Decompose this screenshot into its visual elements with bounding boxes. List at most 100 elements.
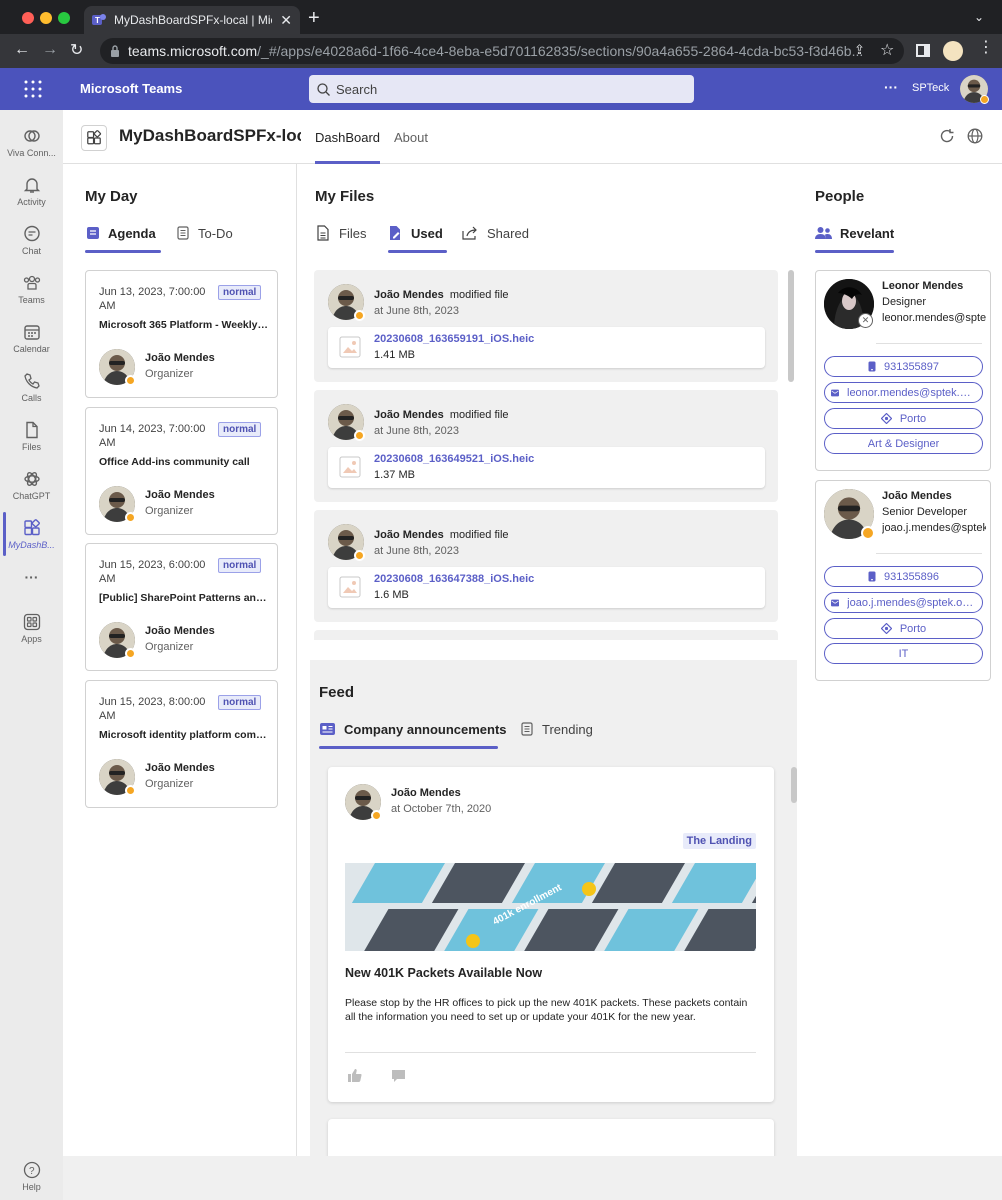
rail-item-calls[interactable]: Calls bbox=[0, 363, 63, 411]
files-scrollbar[interactable] bbox=[788, 270, 794, 382]
comment-icon[interactable] bbox=[391, 1069, 406, 1083]
tab-todo[interactable]: To-Do bbox=[176, 220, 233, 246]
rail-item-activity[interactable]: Activity bbox=[0, 167, 63, 215]
person-card: ✕ Leonor Mendes Designer leonor.mendes@spte… bbox=[815, 270, 991, 471]
new-tab-button[interactable]: + bbox=[308, 8, 320, 28]
user-avatar[interactable] bbox=[960, 75, 989, 104]
bookmark-star-icon[interactable]: ☆ bbox=[880, 40, 894, 60]
agenda-event-card[interactable]: Jun 14, 2023, 7:00:00 AM normal Office Add… bbox=[85, 407, 278, 535]
rail-item-apps[interactable]: Apps bbox=[0, 604, 63, 652]
rail-item-viva-connections[interactable]: Viva Conn... bbox=[0, 118, 63, 166]
feed-scrollbar[interactable] bbox=[791, 767, 797, 803]
agenda-event-card[interactable]: Jun 15, 2023, 8:00:00 AM normal Microsoft … bbox=[85, 680, 278, 808]
presence-away-icon bbox=[125, 785, 136, 796]
agenda-event-card[interactable]: Jun 13, 2023, 7:00:00 AM normal Microsoft … bbox=[85, 270, 278, 398]
file-item[interactable]: 20230608_163649521_iOS.heic 1.37 MB bbox=[328, 447, 765, 488]
more-options-button[interactable]: ··· bbox=[884, 79, 898, 95]
tab-relevant[interactable]: Revelant bbox=[815, 220, 894, 246]
forward-icon[interactable]: → bbox=[42, 41, 58, 59]
back-icon[interactable]: ← bbox=[14, 41, 30, 59]
file-action: modified file bbox=[449, 289, 509, 301]
file-modified-date: at June 8th, 2023 bbox=[374, 545, 460, 557]
browser-tab[interactable]: T MyDashBoardSPFx-local | Micr ✕ bbox=[84, 6, 300, 34]
calendar-icon bbox=[23, 324, 40, 340]
post-tag-badge[interactable]: The Landing bbox=[682, 833, 756, 849]
location-icon bbox=[880, 413, 892, 424]
rail-item-files[interactable]: Files bbox=[0, 412, 63, 460]
tab-trending[interactable]: Trending bbox=[520, 716, 593, 742]
event-importance-badge: normal bbox=[218, 422, 262, 437]
rail-item-chatgpt[interactable]: ChatGPT bbox=[0, 461, 63, 509]
organizer-name: João Mendes bbox=[145, 625, 215, 637]
agenda-event-card[interactable]: Jun 15, 2023, 6:00:00 AM normal [Public] S… bbox=[85, 543, 278, 671]
app-launcher-icon[interactable] bbox=[24, 80, 42, 98]
tab-used[interactable]: Used bbox=[387, 220, 443, 246]
event-title[interactable]: Microsoft identity platform community ca… bbox=[99, 729, 269, 741]
organizer-name: João Mendes bbox=[145, 489, 215, 501]
rail-item-chat[interactable]: Chat bbox=[0, 216, 63, 264]
file-name-link[interactable]: 20230608_163659191_iOS.heic bbox=[374, 333, 534, 345]
close-tab-icon[interactable]: ✕ bbox=[280, 12, 292, 29]
url-field[interactable]: teams.microsoft.com/_#/apps/e4028a6d-1f6… bbox=[100, 38, 904, 64]
close-window-button[interactable] bbox=[22, 12, 34, 24]
event-title[interactable]: Office Add-ins community call bbox=[99, 456, 269, 468]
browser-menu-icon[interactable]: ⋮ bbox=[978, 40, 994, 56]
announcement-card[interactable] bbox=[328, 1119, 774, 1156]
person-phone-button[interactable]: 931355897 bbox=[824, 356, 983, 377]
post-title[interactable]: New 401K Packets Available Now bbox=[345, 966, 542, 980]
tenant-name[interactable]: SPTeck bbox=[912, 82, 949, 94]
announcement-card[interactable]: João Mendes at October 7th, 2020 The Lan… bbox=[328, 767, 774, 1102]
event-title[interactable]: [Public] SharePoint Patterns and Practic… bbox=[99, 592, 269, 604]
dashboard-icon bbox=[87, 130, 102, 145]
person-department-button[interactable]: Art & Designer bbox=[824, 433, 983, 454]
rail-label: ChatGPT bbox=[12, 490, 51, 501]
profile-avatar[interactable] bbox=[943, 41, 963, 61]
file-size: 1.6 MB bbox=[374, 589, 409, 601]
rail-item-calendar[interactable]: Calendar bbox=[0, 314, 63, 362]
organizer-role: Organizer bbox=[145, 641, 194, 653]
reload-icon[interactable]: ↻ bbox=[70, 40, 83, 60]
file-name-link[interactable]: 20230608_163649521_iOS.heic bbox=[374, 453, 534, 465]
person-department-button[interactable]: IT bbox=[824, 643, 983, 664]
rail-more-apps-button[interactable]: ··· bbox=[0, 554, 63, 600]
file-activity-card: João Mendes modified file at June 8th, 20… bbox=[314, 510, 778, 622]
event-title[interactable]: Microsoft 365 Platform - Weekly Call bbox=[99, 319, 269, 331]
location-name: Porto bbox=[899, 622, 927, 635]
person-email-button[interactable]: joao.j.mendes@sptek.onmicrosoft.com bbox=[824, 592, 983, 613]
maximize-window-button[interactable] bbox=[58, 12, 70, 24]
person-email-button[interactable]: leonor.mendes@sptek.onmicrosoft.com bbox=[824, 382, 983, 403]
file-icon bbox=[317, 225, 329, 241]
tab-list-chevron-icon[interactable]: ⌄ bbox=[974, 10, 984, 24]
like-icon[interactable] bbox=[347, 1068, 362, 1083]
tab-label: Agenda bbox=[108, 225, 156, 241]
sidebar-toggle-icon[interactable] bbox=[916, 44, 930, 57]
dashboard-icon bbox=[23, 518, 40, 535]
rail-item-mydashboard[interactable]: MyDashB... bbox=[0, 510, 63, 558]
tab-files[interactable]: Files bbox=[315, 220, 366, 246]
globe-icon[interactable] bbox=[967, 128, 983, 144]
post-date: at October 7th, 2020 bbox=[391, 803, 492, 815]
image-file-icon bbox=[339, 456, 361, 478]
search-input[interactable]: Search bbox=[309, 75, 694, 103]
search-icon bbox=[317, 82, 330, 96]
file-item[interactable]: 20230608_163659191_iOS.heic 1.41 MB bbox=[328, 327, 765, 368]
file-name-link[interactable]: 20230608_163647388_iOS.heic bbox=[374, 573, 534, 585]
tab-agenda[interactable]: Agenda bbox=[86, 220, 156, 246]
refresh-icon[interactable] bbox=[939, 128, 955, 144]
person-location-button[interactable]: Porto bbox=[824, 618, 983, 639]
file-activity-card: João Mendes modified file at June 8th, 20… bbox=[314, 390, 778, 502]
file-item[interactable]: 20230608_163647388_iOS.heic 1.6 MB bbox=[328, 567, 765, 608]
tab-about[interactable]: About bbox=[394, 130, 428, 164]
person-location-button[interactable]: Porto bbox=[824, 408, 983, 429]
rail-item-help[interactable]: ? Help bbox=[0, 1152, 63, 1200]
tab-dashboard[interactable]: DashBoard bbox=[315, 130, 381, 164]
minimize-window-button[interactable] bbox=[40, 12, 52, 24]
post-author-avatar bbox=[345, 784, 382, 821]
share-icon[interactable]: ⇪ bbox=[854, 42, 865, 58]
tab-company-announcements[interactable]: Company announcements bbox=[319, 716, 507, 742]
rail-item-teams[interactable]: Teams bbox=[0, 265, 63, 313]
active-tab-indicator bbox=[388, 250, 447, 253]
tab-shared[interactable]: Shared bbox=[461, 220, 529, 246]
person-phone-button[interactable]: 931355896 bbox=[824, 566, 983, 587]
file-icon bbox=[25, 421, 38, 438]
